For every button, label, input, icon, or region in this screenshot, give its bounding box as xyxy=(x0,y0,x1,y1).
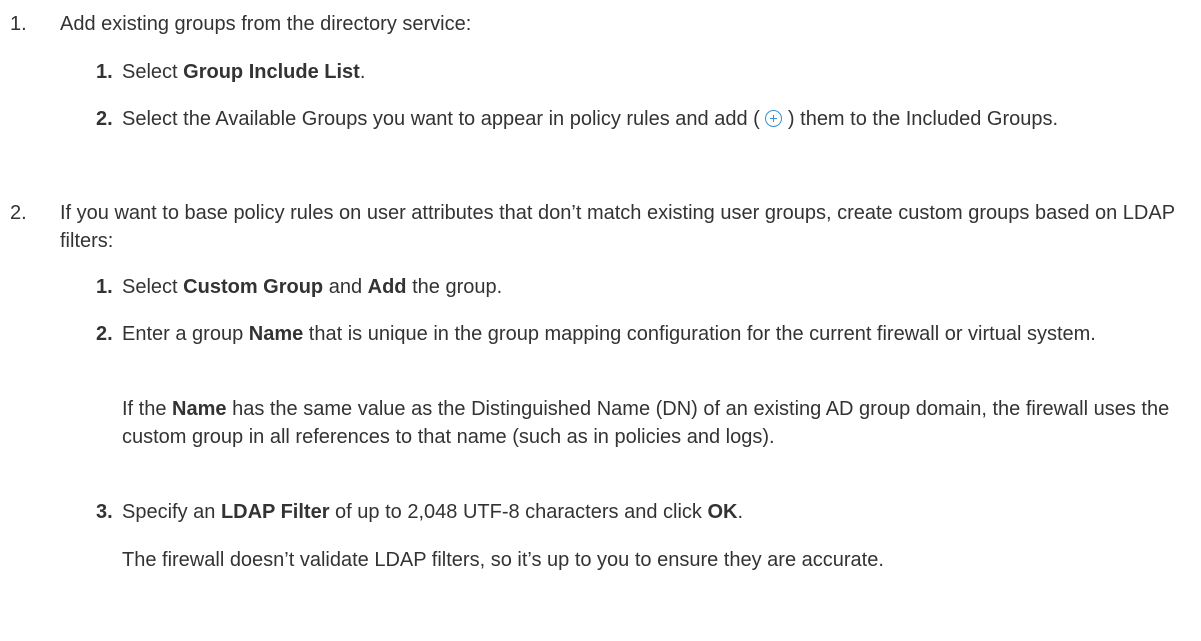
substep-number: 1. xyxy=(96,61,113,83)
text-run: . xyxy=(359,61,366,83)
text-run: the group. xyxy=(406,276,503,298)
substep-text: Select Custom Group and Add the group. xyxy=(122,273,1187,301)
ui-label-name: Name xyxy=(248,323,304,345)
substep-2-3: 3. Specify an LDAP Filter of up to 2,048… xyxy=(96,498,1187,526)
text-run: has the same value as the Distinguished … xyxy=(122,398,1170,448)
substep-2-1: 1. Select Custom Group and Add the group… xyxy=(96,273,1187,301)
substep-number: 1. xyxy=(96,276,113,298)
text-run: Specify an xyxy=(122,501,221,523)
step-text: Add existing groups from the directory s… xyxy=(60,13,472,35)
text-run: Select xyxy=(122,61,184,83)
substep-text: Specify an LDAP Filter of up to 2,048 UT… xyxy=(122,498,1187,526)
text-run: that is unique in the group mapping conf… xyxy=(303,323,1096,345)
substep-text: Enter a group Name that is unique in the… xyxy=(122,320,1187,348)
substep-2-2: 2. Enter a group Name that is unique in … xyxy=(96,320,1187,348)
add-circle-icon xyxy=(765,110,783,127)
text-run: . xyxy=(737,501,744,523)
ui-label-group-include-list: Group Include List xyxy=(183,61,360,83)
step-text: If you want to base policy rules on user… xyxy=(60,202,1175,252)
substep-1-1: 1. Select Group Include List. xyxy=(96,58,1187,86)
ui-label-ldap-filter: LDAP Filter xyxy=(220,501,330,523)
substep-1-2: 2. Select the Available Groups you want … xyxy=(96,105,1187,133)
step-number: 1. xyxy=(10,13,27,35)
substep-2-3-note: The firewall doesn’t validate LDAP filte… xyxy=(122,549,884,571)
substep-text: Select the Available Groups you want to … xyxy=(122,105,1187,133)
text-run: ) them to the Included Groups. xyxy=(782,108,1059,130)
ui-label-ok: OK xyxy=(707,501,738,523)
text-run: Select the Available Groups you want to … xyxy=(122,108,766,130)
substep-number: 2. xyxy=(96,323,113,345)
text-run: and xyxy=(323,276,368,298)
text-run: If the xyxy=(122,398,173,420)
ui-label-add: Add xyxy=(367,276,407,298)
step-2: 2. If you want to base policy rules on u… xyxy=(10,199,1181,255)
text-run: of up to 2,048 UTF-8 characters and clic… xyxy=(329,501,708,523)
step-1: 1. Add existing groups from the director… xyxy=(10,10,1181,38)
document-page: 1. Add existing groups from the director… xyxy=(0,0,1201,641)
substep-number: 3. xyxy=(96,501,113,523)
ui-label-name: Name xyxy=(172,398,227,420)
substep-2-2-note: If the Name has the same value as the Di… xyxy=(122,395,1187,451)
substep-number: 2. xyxy=(96,108,113,130)
text-run: Select xyxy=(122,276,184,298)
ui-label-custom-group: Custom Group xyxy=(183,276,324,298)
text-run: Enter a group xyxy=(122,323,249,345)
substep-text: Select Group Include List. xyxy=(122,58,1187,86)
step-number: 2. xyxy=(10,202,27,224)
